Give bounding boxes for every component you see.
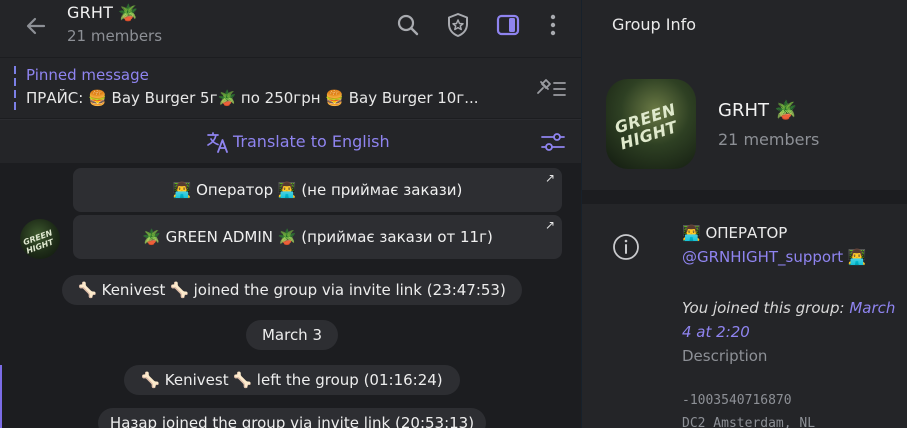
section-divider [582,190,907,204]
avatar-logo-text: GREEN HIGHT [612,99,680,154]
pinned-label: Pinned message [26,66,149,84]
group-info-panel: Group Info GREEN HIGHT GRHT 🪴 21 members… [582,0,907,428]
info-icon [613,234,639,260]
pinned-message[interactable]: Pinned message ПРАЙС: 🍔 Bay Burger 5г🪴 п… [0,58,581,118]
group-id[interactable]: -1003540716870 [682,393,792,408]
operator-emoji: 👨‍💻 [847,248,867,266]
joined-notice: You joined this group: March 4 at 2:20 [682,296,902,344]
translate-icon [207,132,228,153]
settings-sliders-icon[interactable] [540,131,566,153]
joined-prefix: You joined this group: [682,299,850,317]
group-avatar[interactable]: GREEN HIGHT [606,79,696,169]
search-icon[interactable] [395,12,421,38]
translate-button[interactable]: Translate to English [233,132,390,151]
service-message: Назар joined the group via invite link (… [98,408,486,428]
bot-button-label: 👨‍💻 Оператор 👨‍💻 (не приймає закази) [172,181,463,199]
pinned-indicator [14,66,16,110]
bot-button-operator[interactable]: 👨‍💻 Оператор 👨‍💻 (не приймає закази) ↗ [73,168,562,212]
more-vertical-icon[interactable] [540,12,566,38]
avatar-logo-text: GREEN HIGHT [22,228,55,256]
pin-list-icon[interactable] [532,77,568,101]
chat-header[interactable]: GRHT 🪴 21 members [0,0,581,57]
service-message: 🦴 Kenivest 🦴 left the group (01:16:24) [124,365,460,395]
data-center: DC2 Amsterdam, NL [682,416,816,428]
chat-title[interactable]: GRHT 🪴 [67,3,139,22]
pinned-text: ПРАЙС: 🍔 Bay Burger 5г🪴 по 250грн 🍔 Bay … [26,89,479,107]
date-separator: March 3 [246,320,338,350]
description-operator: 👨‍💻 ОПЕРАТОР [682,224,788,242]
back-arrow-icon[interactable] [22,12,50,40]
external-link-icon: ↗ [544,218,555,232]
operator-username-link[interactable]: @GRNHIGHT_support [682,248,843,266]
service-message: 🦴 Kenivest 🦴 joined the group via invite… [62,275,522,305]
description-label: Description [682,347,768,365]
panel-title: Group Info [612,15,697,34]
group-members-count[interactable]: 21 members [718,130,819,149]
bot-button-label: 🪴 GREEN ADMIN 🪴 (приймає закази от 11г) [142,228,493,246]
operator-link[interactable]: @GRNHIGHT_support 👨‍💻 [682,248,867,266]
group-name: GRHT 🪴 [718,100,798,121]
external-link-icon: ↗ [544,171,555,185]
selection-edge [0,365,2,428]
translate-bar[interactable]: Translate to English [0,119,581,163]
sidebar-toggle-icon[interactable] [495,12,521,38]
chat-panel: GRHT 🪴 21 members Pinned message ПРАЙС: … [0,0,581,428]
chat-members-count: 21 members [67,27,163,45]
bot-button-admin[interactable]: 🪴 GREEN ADMIN 🪴 (приймає закази от 11г) … [73,215,562,259]
sender-avatar[interactable]: GREEN HIGHT [20,219,60,259]
shield-icon[interactable] [445,12,471,38]
